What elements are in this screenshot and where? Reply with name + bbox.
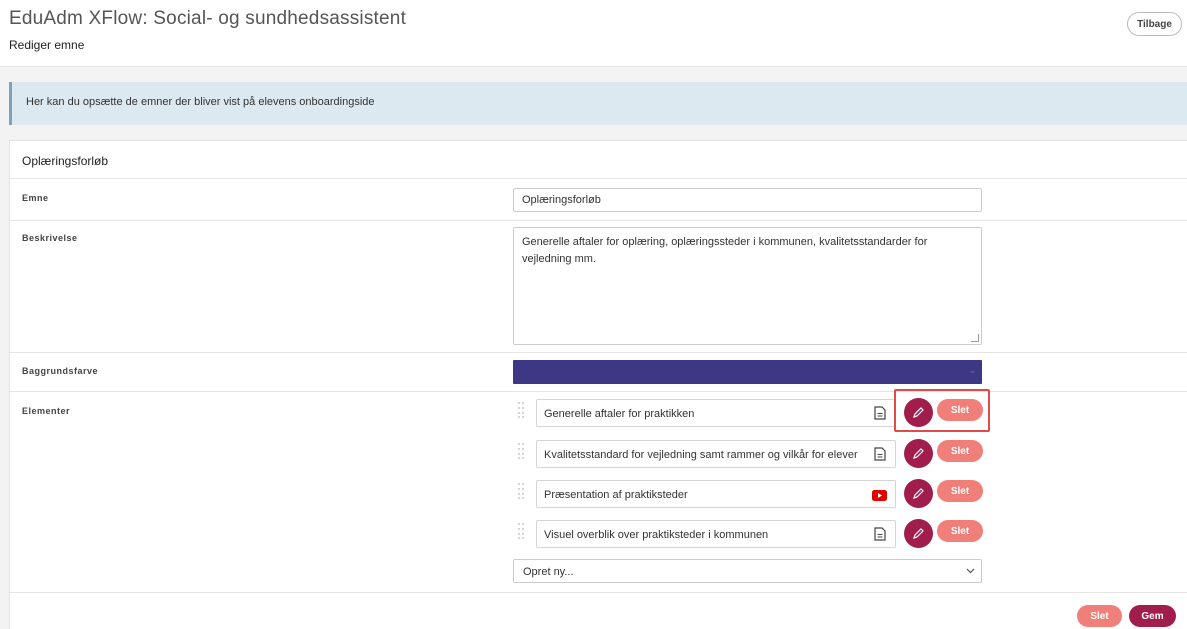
delete-button[interactable]: Slet: [937, 399, 983, 421]
delete-button[interactable]: Slet: [937, 440, 983, 462]
divider: [10, 178, 1187, 179]
topic-input[interactable]: Oplæringsforløb: [513, 188, 982, 212]
delete-topic-button[interactable]: Slet: [1077, 605, 1122, 627]
youtube-icon: [872, 490, 887, 501]
new-element-select[interactable]: Opret ny...: [513, 559, 982, 583]
element-item: Kvalitetsstandard for vejledning samt ra…: [536, 440, 896, 468]
divider: [10, 220, 1187, 221]
topic-card: Oplæringsforløb Emne Oplæringsforløb Bes…: [9, 140, 1187, 629]
element-item: Visuel overblik over praktiksteder i kom…: [536, 520, 896, 548]
resize-handle[interactable]: [971, 334, 979, 342]
document-icon: [874, 406, 886, 420]
background-color-label: Baggrundsfarve: [22, 366, 99, 376]
description-textarea[interactable]: Generelle aftaler for oplæring, oplæring…: [513, 227, 982, 345]
drag-handle-icon[interactable]: [518, 483, 524, 500]
drag-handle-icon[interactable]: [518, 402, 524, 419]
element-item: Generelle aftaler for praktikken: [536, 399, 896, 427]
edit-button[interactable]: [904, 519, 933, 548]
delete-button[interactable]: Slet: [937, 480, 983, 502]
chevron-down-icon: ⌄: [968, 365, 976, 375]
document-icon: [874, 447, 886, 461]
drag-handle-icon[interactable]: [518, 443, 524, 460]
element-item: Præsentation af praktiksteder: [536, 480, 896, 508]
description-label: Beskrivelse: [22, 233, 78, 243]
back-button[interactable]: Tilbage: [1127, 12, 1182, 36]
pencil-icon: [913, 407, 924, 418]
element-row: Visuel overblik over praktiksteder i kom…: [518, 519, 988, 548]
pencil-icon: [913, 488, 924, 499]
page-subtitle: Rediger emne: [9, 38, 85, 52]
divider: [10, 352, 1187, 353]
new-element-placeholder: Opret ny...: [523, 566, 574, 578]
divider: [10, 391, 1187, 392]
info-text: Her kan du opsætte de emner der bliver v…: [26, 96, 375, 108]
element-label: Generelle aftaler for praktikken: [544, 408, 695, 420]
chevron-down-icon: [966, 568, 975, 574]
edit-button[interactable]: [904, 439, 933, 468]
page-title: EduAdm XFlow: Social- og sundhedsassiste…: [9, 8, 407, 29]
delete-button[interactable]: Slet: [937, 520, 983, 542]
pencil-icon: [913, 528, 924, 539]
element-row: Præsentation af praktiksteder Slet: [518, 479, 988, 508]
drag-handle-icon[interactable]: [518, 523, 524, 540]
element-row: Kvalitetsstandard for vejledning samt ra…: [518, 439, 988, 468]
element-label: Visuel overblik over praktiksteder i kom…: [544, 529, 769, 541]
top-bar: EduAdm XFlow: Social- og sundhedsassiste…: [0, 0, 1187, 67]
edit-button[interactable]: [904, 479, 933, 508]
background-color-select[interactable]: ⌄: [513, 360, 982, 384]
element-label: Kvalitetsstandard for vejledning samt ra…: [544, 449, 858, 461]
save-button[interactable]: Gem: [1129, 605, 1176, 627]
description-text: Generelle aftaler for oplæring, oplæring…: [522, 236, 928, 265]
info-banner: Her kan du opsætte de emner der bliver v…: [9, 82, 1187, 125]
card-title: Oplæringsforløb: [22, 154, 109, 168]
divider: [10, 592, 1187, 593]
document-icon: [874, 527, 886, 541]
pencil-icon: [913, 448, 924, 459]
edit-button[interactable]: [904, 398, 933, 427]
element-row: Generelle aftaler for praktikken Slet: [518, 398, 988, 427]
elements-label: Elementer: [22, 406, 71, 416]
element-label: Præsentation af praktiksteder: [544, 489, 688, 501]
topic-label: Emne: [22, 193, 49, 203]
